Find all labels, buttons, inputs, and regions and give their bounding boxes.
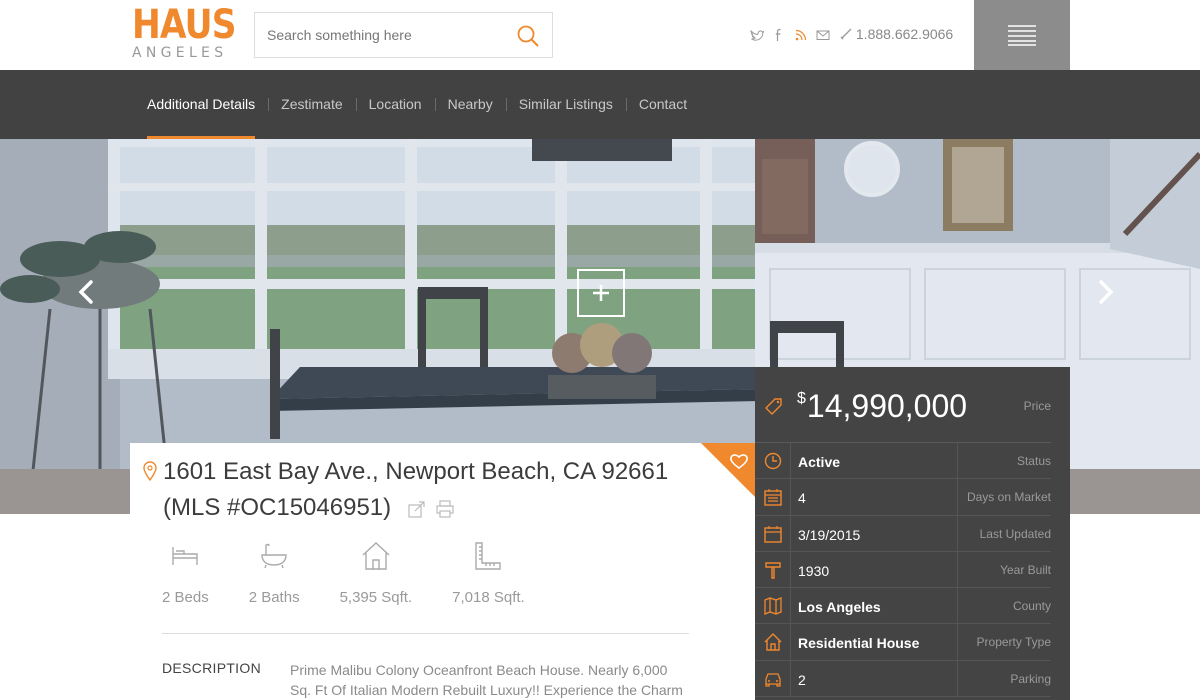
- next-photo-icon[interactable]: [1090, 277, 1120, 307]
- detail-row-last-updated: 3/19/2015 Last Updated: [755, 515, 1051, 552]
- days-on-market-value: 4: [798, 490, 806, 507]
- phone-text: 1.888.662.9066: [855, 26, 954, 42]
- row-separator: [957, 515, 958, 552]
- feature-list: 2 Beds 2 Baths 5,395 Sqft. 7,018 Sqft.: [162, 541, 565, 606]
- social-links: [750, 28, 830, 42]
- price-currency: $: [797, 390, 806, 407]
- year-built-label: Year Built: [1000, 562, 1051, 577]
- ruler-icon: [452, 541, 525, 573]
- price-amount: 14,990,000: [806, 388, 968, 424]
- feature-beds: 2 Beds: [162, 541, 209, 606]
- price-label: Price: [1023, 399, 1051, 413]
- listing-address: 1601 East Bay Ave., Newport Beach, CA 92…: [163, 454, 693, 526]
- listing-info-card: 1601 East Bay Ave., Newport Beach, CA 92…: [130, 443, 755, 700]
- print-icon[interactable]: [436, 493, 454, 518]
- logo[interactable]: HAUS ANGELES: [132, 4, 236, 60]
- site-header: HAUS ANGELES 1.888.662.9066: [0, 0, 1200, 70]
- share-icon[interactable]: [408, 493, 426, 518]
- address-tools: [408, 493, 454, 518]
- favorite-button[interactable]: [701, 443, 755, 497]
- home-icon: [755, 624, 791, 661]
- description-heading: DESCRIPTION: [162, 660, 261, 676]
- map-icon: [755, 588, 791, 625]
- detail-row-property-type: Residential House Property Type: [755, 624, 1051, 661]
- feature-lot-size: 7,018 Sqft.: [452, 541, 525, 606]
- calendar-icon: [755, 479, 791, 516]
- expand-gallery-button[interactable]: [577, 269, 625, 317]
- facebook-icon[interactable]: [772, 28, 786, 42]
- tab-location[interactable]: Location: [355, 70, 435, 139]
- last-updated-value: 3/19/2015: [798, 526, 861, 543]
- row-separator: [957, 479, 958, 516]
- lot-size-label: 7,018 Sqft.: [452, 589, 525, 606]
- living-area-label: 5,395 Sqft.: [339, 589, 413, 606]
- feature-baths: 2 Baths: [249, 541, 300, 606]
- car-icon: [755, 660, 791, 697]
- search-box: [254, 12, 553, 58]
- beds-label: 2 Beds: [162, 589, 209, 606]
- logo-sub-text: ANGELES: [132, 45, 228, 61]
- search-icon[interactable]: [516, 24, 540, 48]
- tab-nearby[interactable]: Nearby: [434, 70, 506, 139]
- row-separator: [957, 551, 958, 588]
- bath-icon: [249, 541, 300, 573]
- row-separator: [957, 588, 958, 625]
- prev-photo-icon[interactable]: [72, 277, 102, 307]
- house-icon: [340, 541, 413, 573]
- phone-number[interactable]: 1.888.662.9066: [840, 26, 953, 42]
- parking-label: Parking: [1010, 671, 1051, 686]
- detail-row-days-on-market: 4 Days on Market: [755, 479, 1051, 516]
- calendar-check-icon: [755, 515, 791, 552]
- logo-main-text: HAUS: [132, 2, 236, 48]
- last-updated-label: Last Updated: [979, 526, 1051, 541]
- status-label: Status: [1016, 454, 1051, 468]
- phone-icon: [840, 27, 852, 40]
- mail-icon[interactable]: [816, 28, 830, 42]
- clock-icon: [755, 443, 791, 479]
- rss-icon[interactable]: [794, 28, 808, 42]
- hammer-icon: [755, 551, 791, 588]
- plus-icon: [593, 285, 609, 301]
- status-value: Active: [798, 454, 841, 470]
- detail-row-year-built: 1930 Year Built: [755, 551, 1051, 589]
- row-separator: [957, 624, 958, 661]
- location-pin-icon: [143, 461, 157, 482]
- twitter-icon[interactable]: [750, 28, 765, 42]
- hamburger-icon: [1008, 25, 1036, 46]
- row-separator: [957, 660, 958, 697]
- baths-label: 2 Baths: [248, 589, 300, 606]
- row-separator: [957, 443, 958, 479]
- county-value: Los Angeles: [798, 599, 881, 616]
- detail-row-county: Los Angeles County: [755, 588, 1051, 625]
- days-on-market-label: Days on Market: [966, 490, 1051, 505]
- tab-contact[interactable]: Contact: [625, 70, 700, 139]
- tab-similar-listings[interactable]: Similar Listings: [505, 70, 626, 139]
- search-input[interactable]: [255, 13, 505, 57]
- tab-additional-details[interactable]: Additional Details: [147, 70, 268, 139]
- property-type-label: Property Type: [976, 635, 1051, 650]
- bed-icon: [162, 541, 209, 573]
- year-built-value: 1930: [798, 562, 830, 579]
- menu-button[interactable]: [974, 0, 1070, 70]
- property-type-value: Residential House: [798, 635, 920, 652]
- card-divider: [162, 633, 689, 634]
- feature-living-area: 5,395 Sqft.: [339, 541, 413, 606]
- parking-value: 2: [798, 671, 806, 688]
- tab-zestimate[interactable]: Zestimate: [268, 70, 355, 139]
- county-label: County: [1012, 599, 1051, 614]
- price-row: $14,990,000 Price: [755, 367, 1051, 443]
- detail-row-parking: 2 Parking: [755, 660, 1051, 698]
- price-tag-icon: [765, 397, 783, 415]
- listing-subnav: Additional Details Zestimate Location Ne…: [0, 70, 1200, 139]
- price-value: $14,990,000: [797, 388, 967, 425]
- detail-row-status: Active Status: [755, 443, 1051, 480]
- description-text: Prime Malibu Colony Oceanfront Beach Hou…: [290, 662, 683, 698]
- details-panel: $14,990,000 Price Active Status 4 Days o…: [755, 367, 1070, 700]
